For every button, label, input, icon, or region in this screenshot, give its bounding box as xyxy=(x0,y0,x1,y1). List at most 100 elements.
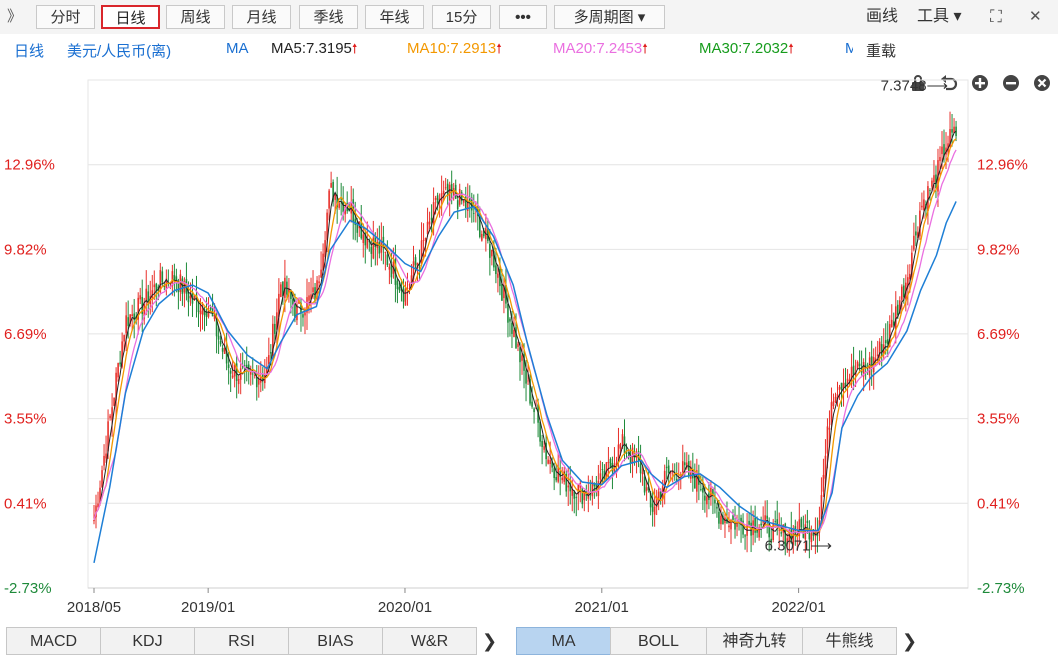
ma10-value: MA10:7.2913🠕 xyxy=(407,40,502,57)
candle-body xyxy=(199,310,202,315)
candle-body xyxy=(229,370,232,374)
y-tick-label-right: -2.73% xyxy=(977,580,1025,597)
period-button-yearly[interactable]: 年线 xyxy=(365,5,424,29)
low-price-annotation: 6.3071⟶ xyxy=(765,537,832,554)
indicator-tabs: MACD KDJ RSI BIAS W&R ❯ MA BOLL 神奇九转 牛熊线… xyxy=(0,624,1058,663)
candle-body xyxy=(257,379,260,385)
candle-body xyxy=(193,295,196,300)
candle-body xyxy=(639,463,642,474)
up-arrow-icon: 🠕 xyxy=(788,41,794,56)
candle-body xyxy=(280,284,282,297)
candle-body xyxy=(231,375,234,378)
candle-body xyxy=(766,515,768,519)
candle-body xyxy=(599,473,602,480)
candle-body xyxy=(123,335,125,342)
period-button-15min[interactable]: 15分 xyxy=(432,5,491,29)
candle-body xyxy=(436,195,439,204)
up-arrow-icon: 🠕 xyxy=(642,41,648,56)
candle-body xyxy=(884,340,887,344)
period-button-monthly[interactable]: 月线 xyxy=(232,5,291,29)
candle-body xyxy=(718,511,720,524)
period-button-quarterly[interactable]: 季线 xyxy=(299,5,358,29)
candle-body xyxy=(153,284,156,288)
multi-period-dropdown[interactable]: 多周期图 ▾ xyxy=(554,5,665,29)
more-periods-button[interactable]: ••• xyxy=(499,5,547,29)
chevron-right-icon[interactable]: ❯ xyxy=(902,627,917,655)
ma5-value: MA5:7.3195🠕 xyxy=(271,40,358,57)
reload-button[interactable]: 重载 xyxy=(866,40,896,61)
candle-body xyxy=(903,285,905,298)
candle-body xyxy=(255,377,258,388)
y-tick-label-right: 3.55% xyxy=(977,411,1020,428)
period-label: 日线 xyxy=(14,43,45,60)
tab-macd[interactable]: MACD xyxy=(6,627,101,655)
candle-body xyxy=(890,319,893,327)
candle-body xyxy=(517,343,519,347)
draw-line-button[interactable]: 画线 xyxy=(866,5,898,29)
candle-body xyxy=(681,461,684,473)
tab-rsi[interactable]: RSI xyxy=(194,627,289,655)
candle-body xyxy=(330,183,332,188)
candle-body xyxy=(553,468,555,479)
candle-body xyxy=(667,465,670,473)
candle-body xyxy=(800,518,803,528)
tab-ma[interactable]: MA xyxy=(516,627,611,655)
tab-bias[interactable]: BIAS xyxy=(288,627,383,655)
candle-body xyxy=(302,314,304,318)
candle-body xyxy=(127,317,129,326)
high-price-annotation: 7.3748⟶ xyxy=(881,77,948,94)
candle-body xyxy=(462,200,465,203)
x-tick-label: 2022/01 xyxy=(771,599,825,616)
candle-body xyxy=(398,286,401,291)
fullscreen-icon[interactable]: ⛶ xyxy=(990,5,1002,29)
x-tick-label: 2019/01 xyxy=(181,599,235,616)
candle-body xyxy=(688,461,690,476)
candle-body xyxy=(549,460,551,465)
candle-body xyxy=(497,273,499,278)
chevron-right-icon[interactable]: ❯ xyxy=(482,627,497,655)
candle-body xyxy=(501,284,503,301)
candle-body xyxy=(511,322,513,334)
candle-body xyxy=(308,295,310,301)
double-chevron-right-icon[interactable]: 》 xyxy=(7,5,22,29)
indicator-label[interactable]: MA xyxy=(226,40,249,57)
candle-body xyxy=(921,205,923,208)
candle-body xyxy=(828,427,831,430)
candle-body xyxy=(856,361,859,369)
candle-body xyxy=(101,470,103,488)
y-tick-label-left: 3.55% xyxy=(4,411,47,428)
tools-dropdown[interactable]: 工具 ▾ xyxy=(917,5,961,29)
ma30-value: MA30:7.2032🠕 xyxy=(699,40,794,57)
candle-body xyxy=(342,201,344,212)
tab-kdj[interactable]: KDJ xyxy=(100,627,195,655)
tab-bull-bear[interactable]: 牛熊线 xyxy=(802,627,897,655)
y-tick-label-right: 9.82% xyxy=(977,241,1020,258)
candle-body xyxy=(619,443,622,449)
candle-body xyxy=(209,307,212,310)
period-button-daily[interactable]: 日线 xyxy=(101,5,160,29)
x-tick-label: 2020/01 xyxy=(378,599,432,616)
candle-body xyxy=(424,237,427,241)
candle-body xyxy=(189,296,192,299)
candlestick-chart[interactable]: 12.96% 12.96% 9.82% 9.82% 6.69% 6.69% 3.55% 3.5… xyxy=(0,64,1058,624)
tab-magic-nine[interactable]: 神奇九转 xyxy=(706,627,803,655)
tab-wr[interactable]: W&R xyxy=(382,627,477,655)
close-icon[interactable]: ✕ xyxy=(1029,5,1042,29)
period-button-intraday[interactable]: 分时 xyxy=(36,5,95,29)
candle-body xyxy=(274,323,276,334)
candle-body xyxy=(876,354,879,356)
candle-body xyxy=(481,233,483,241)
candle-body xyxy=(125,315,127,334)
candle-body xyxy=(221,347,224,352)
candle-body xyxy=(434,197,437,200)
candle-body xyxy=(426,221,429,235)
candle-body xyxy=(396,280,399,290)
candle-body xyxy=(217,335,220,340)
candle-body xyxy=(131,314,133,317)
candle-body xyxy=(923,199,925,211)
candle-body xyxy=(683,462,686,466)
indicator-info-bar: 日线 美元/人民币(离) MA MA5:7.3195🠕 MA10:7.2913🠕… xyxy=(0,34,1058,91)
candle-body xyxy=(720,515,722,525)
tab-boll[interactable]: BOLL xyxy=(610,627,707,655)
period-button-weekly[interactable]: 周线 xyxy=(166,5,225,29)
